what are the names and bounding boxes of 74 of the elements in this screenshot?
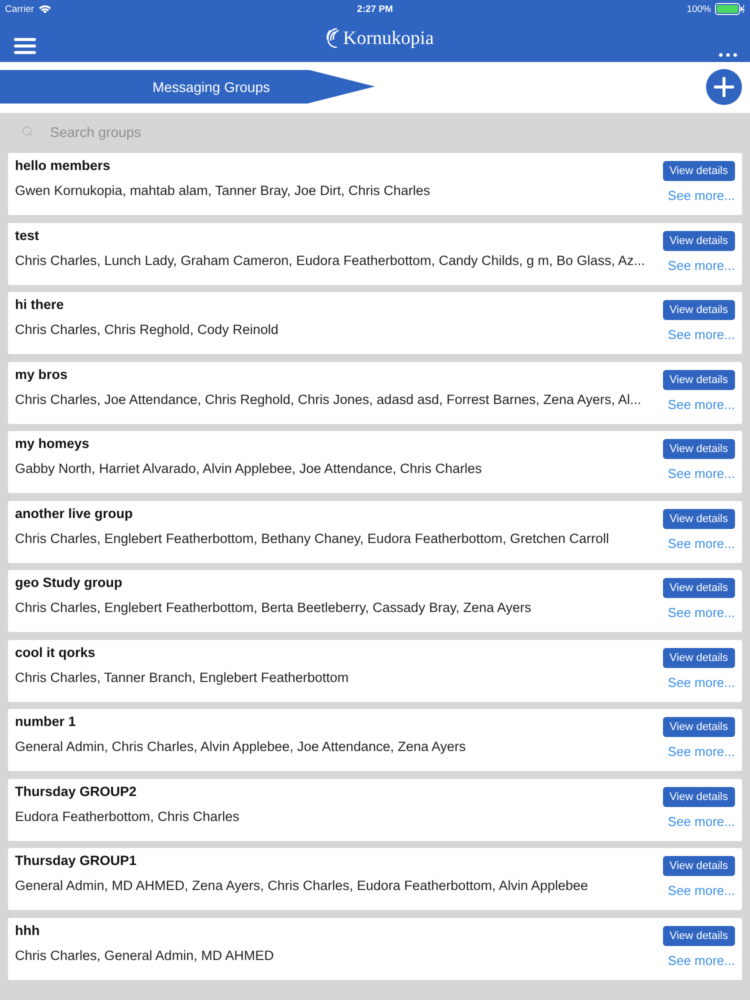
view-details-button[interactable]: View details: [662, 717, 735, 737]
group-members: Chris Charles, Chris Reghold, Cody Reinold: [15, 322, 278, 337]
group-card[interactable]: hhh Chris Charles, General Admin, MD AHMED View details See more...: [8, 918, 742, 980]
group-name: Thursday GROUP1: [15, 853, 138, 868]
see-more-link[interactable]: See more...: [668, 536, 735, 550]
group-members: Chris Charles, Joe Attendance, Chris Reghold, Chris Jones, adasd asd, Forrest Barnes, Zena Ayers, Al...: [15, 392, 642, 406]
more-icon[interactable]: [719, 53, 737, 57]
group-name: my bros: [15, 366, 69, 382]
see-more-link[interactable]: See more...: [668, 188, 735, 203]
plus-icon: [714, 76, 734, 96]
group-card[interactable]: my bros Chris Charles, Joe Attendance, Chris Reghold, Chris Jones, adasd asd, Forrest Barnes, Zena Ayers, Al... View details See more...: [8, 362, 742, 424]
group-card[interactable]: Thursday GROUP1 General Admin, MD AHMED, Zena Ayers, Chris Charles, Eudora Featherbottom, Alvin Applebee View details See more...: [8, 848, 742, 910]
group-members: Eudora Featherbottom, Chris Charles: [15, 808, 240, 824]
see-more-link[interactable]: See more...: [668, 814, 735, 828]
group-name: number 1: [15, 714, 77, 729]
search-field[interactable]: Search groups: [48, 122, 352, 140]
group-card[interactable]: my homeys Gabby North, Harriet Alvarado, Alvin Applebee, Joe Attendance, Chris Charles View details See more...: [8, 431, 742, 493]
see-more-link[interactable]: See more...: [668, 952, 735, 968]
group-name: my homeys: [15, 436, 90, 451]
add-group-button[interactable]: [706, 68, 742, 104]
see-more-link[interactable]: See more...: [668, 327, 735, 342]
group-members: Gwen Kornukopia, mahtab alam, Tanner Bray, Joe Dirt, Chris Charles: [15, 183, 430, 198]
group-card[interactable]: hello members Gwen Kornukopia, mahtab alam, Tanner Bray, Joe Dirt, Chris Charles View details See more...: [8, 153, 742, 215]
view-details-button[interactable]: View details: [662, 786, 735, 806]
group-card[interactable]: geo Study group Chris Charles, Englebert Featherbottom, Berta Beetleberry, Cassady Bray, Zena Ayers View details See more...: [8, 570, 742, 632]
group-card[interactable]: number 1 General Admin, Chris Charles, Alvin Applebee, Joe Attendance, Zena Ayers View details See more...: [8, 709, 742, 771]
group-name: hhh: [15, 922, 41, 938]
group-name: cool it qorks: [15, 644, 96, 660]
clock-time: 2:27 PM: [357, 4, 393, 14]
page-title: Messaging Groups: [152, 78, 270, 94]
battery-icon: [715, 3, 745, 15]
carrier-label: Carrier: [5, 4, 34, 14]
search-icon: [22, 126, 34, 138]
wifi-icon: [38, 4, 52, 14]
group-card[interactable]: another live group Chris Charles, Englebert Featherbottom, Bethany Chaney, Eudora Featherbottom, Gretchen Carroll View details See more...: [8, 500, 742, 562]
menu-icon[interactable]: [14, 38, 36, 54]
view-details-button[interactable]: View details: [662, 370, 735, 390]
view-details-button[interactable]: View details: [662, 648, 735, 668]
view-details-button[interactable]: View details: [662, 856, 735, 876]
logo-wordmark: Kornukopia: [343, 28, 434, 50]
group-name: another live group: [15, 506, 134, 520]
view-details-button[interactable]: View details: [662, 508, 735, 528]
group-card[interactable]: Thursday GROUP2 Eudora Featherbottom, Chris Charles View details See more...: [8, 778, 742, 840]
see-more-link[interactable]: See more...: [668, 605, 735, 620]
view-details-button[interactable]: View details: [662, 439, 735, 459]
view-details-button[interactable]: View details: [662, 230, 735, 250]
group-members: Gabby North, Harriet Alvarado, Alvin Applebee, Joe Attendance, Chris Charles: [15, 461, 482, 476]
group-name: hi there: [15, 297, 65, 312]
see-more-link[interactable]: See more...: [668, 674, 735, 690]
battery-percent: 100%: [686, 4, 711, 14]
cornucopia-logo-icon: [325, 26, 342, 50]
group-name: Thursday GROUP2: [15, 784, 138, 798]
group-members: Chris Charles, Tanner Branch, Englebert Featherbottom: [15, 670, 349, 684]
view-details-button[interactable]: View details: [662, 926, 735, 946]
group-name: test: [15, 228, 40, 242]
group-members: Chris Charles, Lunch Lady, Graham Cameron, Eudora Featherbottom, Candy Childs, g m, Bo Glass, Az...: [15, 252, 646, 268]
group-card[interactable]: test Chris Charles, Lunch Lady, Graham Cameron, Eudora Featherbottom, Candy Childs, g m, Bo Glass, Az... View details See more...: [8, 222, 742, 284]
group-members: General Admin, MD AHMED, Zena Ayers, Chris Charles, Eudora Featherbottom, Alvin Applebee: [15, 878, 588, 893]
group-card[interactable]: hi there Chris Charles, Chris Reghold, Cody Reinold View details See more...: [8, 292, 742, 354]
group-members: General Admin, Chris Charles, Alvin Applebee, Joe Attendance, Zena Ayers: [15, 739, 466, 754]
group-members: Chris Charles, General Admin, MD AHMED: [15, 948, 274, 962]
group-name: geo Study group: [15, 575, 124, 590]
view-details-button[interactable]: View details: [662, 300, 735, 320]
view-details-button[interactable]: View details: [662, 161, 735, 181]
see-more-link[interactable]: See more...: [668, 466, 735, 481]
group-card[interactable]: cool it qorks Chris Charles, Tanner Branch, Englebert Featherbottom View details See more...: [8, 640, 742, 702]
group-members: Chris Charles, Englebert Featherbottom, Berta Beetleberry, Cassady Bray, Zena Ayers: [15, 600, 532, 615]
see-more-link[interactable]: See more...: [668, 883, 735, 898]
see-more-link[interactable]: See more...: [668, 258, 735, 272]
view-details-button[interactable]: View details: [662, 578, 735, 598]
see-more-link[interactable]: See more...: [668, 396, 735, 412]
group-name: hello members: [15, 158, 112, 173]
group-members: Chris Charles, Englebert Featherbottom, Bethany Chaney, Eudora Featherbottom, Gretchen Carroll: [15, 530, 610, 546]
see-more-link[interactable]: See more...: [668, 744, 735, 759]
